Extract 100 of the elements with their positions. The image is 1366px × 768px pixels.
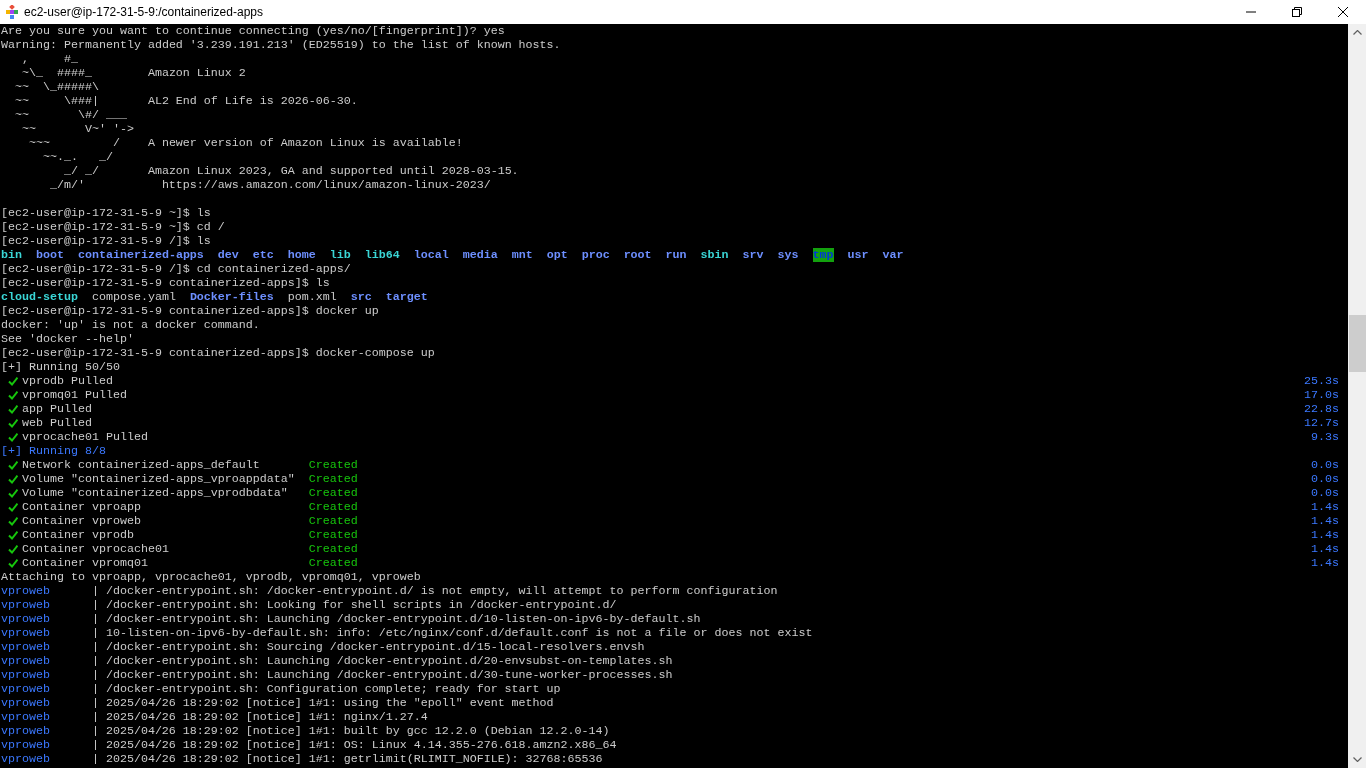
ls-entry: pom.xml [287,290,337,304]
log-message: | /docker-entrypoint.sh: Configuration complete; ready for start up [91,682,561,696]
ls-entry: boot [36,248,64,262]
service-name: vproweb [1,640,51,654]
step-status: Created [308,528,358,542]
ls-entry: lib64 [364,248,400,262]
terminal-line: Are you sure you want to continue connecting (yes/no/[fingerprint])? yes [1,24,505,38]
ascii-art: ~~~ / [27,136,121,150]
close-icon [1338,7,1348,17]
log-message: | 2025/04/26 18:29:02 [notice] 1#1: using the "epoll" event method [91,696,554,710]
motd-text: AL2 End of Life is 2026-06-30. [147,94,358,108]
terminal-line: [ec2-user@ip-172-31-5-9 containerized-apps]$ docker-compose up [1,346,435,360]
service-name: vproweb [1,668,51,682]
terminal-line: Attaching to vproapp, vprocache01, vprodb, vpromq01, vproweb [1,570,421,584]
ascii-art: ~~ \###| [14,94,100,108]
log-message: | /docker-entrypoint.sh: Launching /docker-entrypoint.d/30-tune-worker-processes.sh [91,668,673,682]
ls-entry: run [665,248,687,262]
step-label: Container vprodb [22,528,135,542]
ls-entry: home [287,248,316,262]
step-label: app Pulled [22,402,93,416]
ls-entry: sys [777,248,799,262]
ls-entry: dev [217,248,239,262]
step-duration: 1.4s [1311,500,1339,514]
step-label: Volume "containerized-apps_vprodbdata" [22,486,289,500]
step-duration: 1.4s [1311,542,1339,556]
log-message: | 2025/04/26 18:29:02 [notice] 1#1: OS: Linux 4.14.355-276.618.amzn2.x86_64 [91,738,617,752]
ls-entry: bin [1,248,22,262]
step-duration: 9.3s [1311,430,1339,444]
ls-entry: var [882,248,904,262]
chevron-down-icon [1352,757,1362,762]
step-status: Created [308,500,358,514]
ls-entry: cloud-setup [1,290,78,304]
log-message: | /docker-entrypoint.sh: Sourcing /docker-entrypoint.d/15-local-resolvers.envsh [91,640,645,654]
terminal-line: See 'docker --help' [1,332,134,346]
ascii-art: , #_ [21,52,78,66]
step-duration: 17.0s [1304,388,1339,402]
terminal-line: docker: 'up' is not a docker command. [1,318,260,332]
maximize-icon [1292,7,1302,17]
ls-entry: srv [742,248,764,262]
terminal-line: [ec2-user@ip-172-31-5-9 ~]$ ls [1,206,211,220]
step-label: Container vproweb [22,514,142,528]
log-message: | 2025/04/26 18:29:02 [notice] 1#1: nginx/1.27.4 [91,710,428,724]
service-name: vproweb [1,682,51,696]
step-duration: 1.4s [1311,528,1339,542]
chevron-up-icon [1352,30,1362,35]
step-duration: 1.4s [1311,556,1339,570]
ls-entry: proc [581,248,610,262]
terminal-line: [ec2-user@ip-172-31-5-9 /]$ ls [1,234,211,248]
log-message: | /docker-entrypoint.sh: Looking for shell scripts in /docker-entrypoint.d/ [91,598,617,612]
motd-text: A newer version of Amazon Linux is available! [147,136,463,150]
ascii-art: ~~ V~' '-> [21,122,134,136]
service-name: vproweb [1,738,51,752]
step-status: Created [308,458,358,472]
scroll-thumb[interactable] [1349,315,1366,372]
step-label: Container vproapp [22,500,142,514]
service-name: vproweb [1,710,51,724]
ascii-art: ~~._. _/ [41,150,113,164]
ascii-art: ~~ \#/ ___ [14,108,127,122]
step-duration: 0.0s [1311,472,1339,486]
ls-entry: containerized-apps [77,248,204,262]
ls-entry: lib [329,248,351,262]
ls-entry: root [623,248,652,262]
step-status: Created [308,514,358,528]
url-text: https://aws.amazon.com/linux/amazon-linux-2023/ [161,178,491,192]
terminal-line: [+] Running 50/50 [1,360,120,374]
terminal-line: [ec2-user@ip-172-31-5-9 containerized-apps]$ ls [1,276,330,290]
ascii-art: _/ _/ [62,164,100,178]
step-duration: 22.8s [1304,402,1339,416]
motd-text: Amazon Linux 2 [147,66,246,80]
ls-entry: media [462,248,498,262]
step-label: Container vprocache01 [22,542,170,556]
step-status: Created [308,542,358,556]
ls-entry: local [413,248,449,262]
step-duration: 25.3s [1304,374,1339,388]
ascii-art: ~~ \_#####\ [14,80,99,94]
step-duration: 1.4s [1311,514,1339,528]
step-label: vprodb Pulled [22,374,114,388]
service-name: vproweb [1,724,51,738]
step-duration: 0.0s [1311,486,1339,500]
step-label: web Pulled [22,416,93,430]
motd-text: Amazon Linux 2023, GA and supported until 2028-03-15. [147,164,519,178]
service-name: vproweb [1,584,51,598]
log-message: | /docker-entrypoint.sh: /docker-entrypoint.d/ is not empty, will attempt to perform configuration [91,584,778,598]
ls-entry: Docker-files [189,290,274,304]
step-label: Network containerized-apps_default [22,458,261,472]
app-icon [5,5,19,19]
ls-entry: etc [252,248,274,262]
ls-entry: tmp [812,248,834,262]
log-message: | 2025/04/26 18:29:02 [notice] 1#1: built by gcc 12.2.0 (Debian 12.2.0-14) [91,724,610,738]
log-message: | /docker-entrypoint.sh: Launching /docker-entrypoint.d/20-envsubst-on-templates.sh [91,654,673,668]
terminal-line: [ec2-user@ip-172-31-5-9 /]$ cd containerized-apps/ [1,262,351,276]
service-name: vproweb [1,654,51,668]
window-title: ec2-user@ip-172-31-5-9:/containerized-apps [24,5,264,19]
terminal-line: [ec2-user@ip-172-31-5-9 containerized-apps]$ docker up [1,304,379,318]
step-status: Created [308,556,358,570]
ls-entry: opt [546,248,568,262]
ls-entry: target [385,290,428,304]
ls-entry: mnt [511,248,533,262]
service-name: vproweb [1,598,51,612]
service-name: vproweb [1,612,51,626]
